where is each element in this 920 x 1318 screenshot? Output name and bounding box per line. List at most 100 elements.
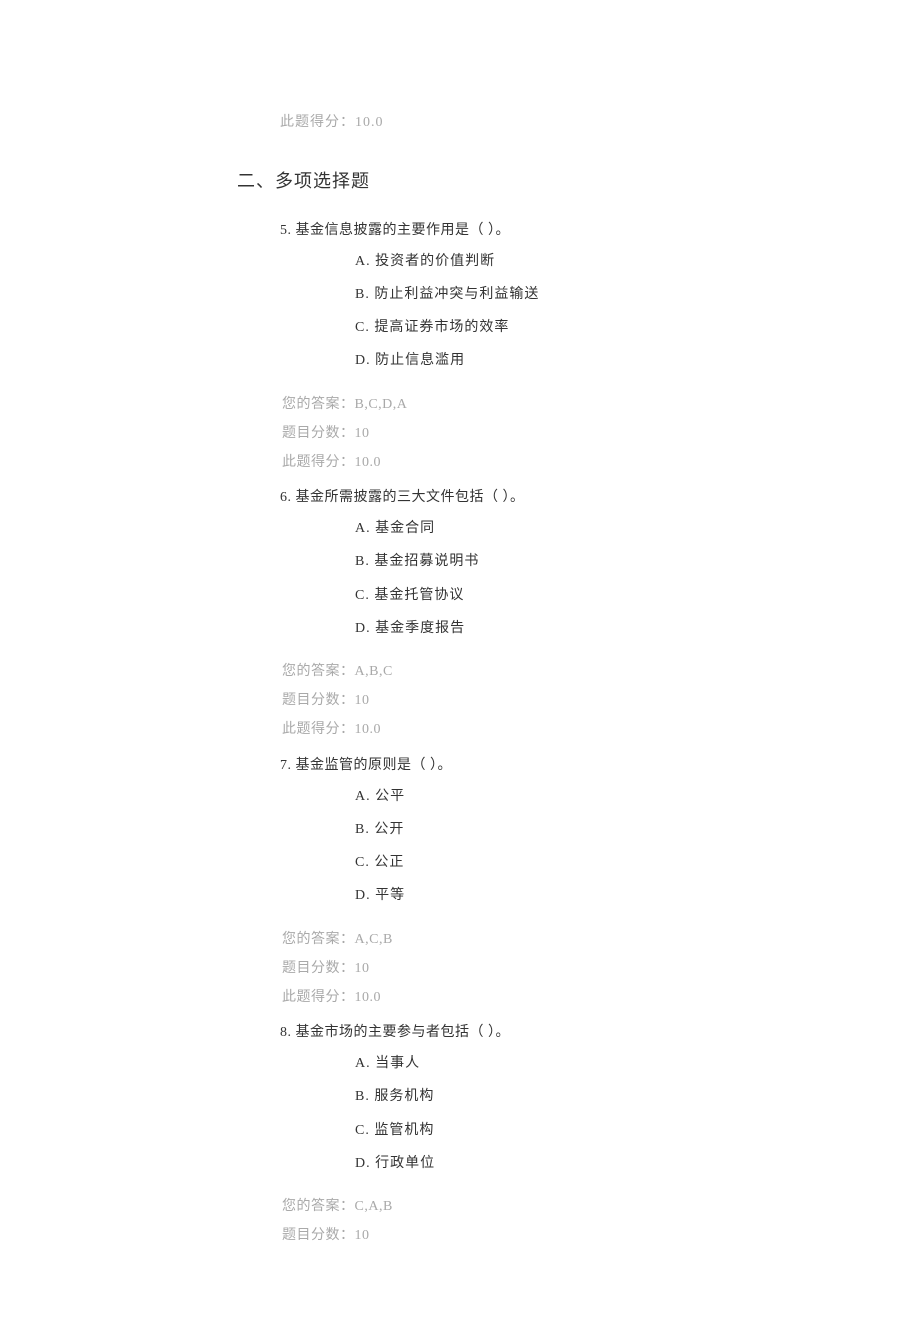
question-score-line: 题目分数：10 [282, 1223, 860, 1248]
answer-block: 您的答案：C,A,B 题目分数：10 [282, 1194, 860, 1248]
option-item: D. 行政单位 [355, 1151, 860, 1176]
answer-block: 您的答案：A,B,C 题目分数：10 此题得分：10.0 [282, 659, 860, 743]
option-item: A. 公平 [355, 784, 860, 809]
option-text: 公开 [374, 822, 404, 837]
question-stem: 7. 基金监管的原则是（ ）。 [280, 753, 860, 778]
question-score-line: 题目分数：10 [282, 956, 860, 981]
option-text: 基金季度报告 [375, 621, 465, 636]
option-label: C. [355, 320, 370, 335]
top-score-line: 此题得分：10.0 [280, 110, 860, 135]
options-list: A. 投资者的价值判断 B. 防止利益冲突与利益输送 C. 提高证券市场的效率 … [355, 249, 860, 374]
obtained-score-label: 此题得分： [282, 455, 355, 470]
obtained-score-line: 此题得分：10.0 [282, 717, 860, 742]
option-item: A. 当事人 [355, 1051, 860, 1076]
option-text: 监管机构 [374, 1123, 434, 1138]
option-text: 行政单位 [375, 1156, 435, 1171]
option-text: 基金招募说明书 [374, 554, 479, 569]
question-score-value: 10 [355, 693, 370, 708]
your-answer-label: 您的答案： [282, 932, 355, 947]
option-item: B. 基金招募说明书 [355, 549, 860, 574]
question-block: 5. 基金信息披露的主要作用是（ ）。 A. 投资者的价值判断 B. 防止利益冲… [60, 218, 860, 476]
obtained-score-line: 此题得分：10.0 [282, 985, 860, 1010]
option-label: B. [355, 287, 370, 302]
option-text: 公正 [374, 855, 404, 870]
answer-block: 您的答案：A,C,B 题目分数：10 此题得分：10.0 [282, 927, 860, 1011]
your-answer-label: 您的答案： [282, 397, 355, 412]
option-label: C. [355, 1123, 370, 1138]
your-answer-value: A,C,B [355, 932, 393, 947]
option-item: C. 公正 [355, 850, 860, 875]
option-text: 平等 [375, 888, 405, 903]
obtained-score-label: 此题得分： [282, 990, 355, 1005]
option-text: 基金合同 [375, 521, 435, 536]
option-label: B. [355, 1089, 370, 1104]
question-number: 7. [280, 758, 292, 773]
option-text: 基金托管协议 [374, 588, 464, 603]
question-score-line: 题目分数：10 [282, 688, 860, 713]
question-score-line: 题目分数：10 [282, 421, 860, 446]
options-list: A. 公平 B. 公开 C. 公正 D. 平等 [355, 784, 860, 909]
page-container: 此题得分：10.0 二、多项选择题 5. 基金信息披露的主要作用是（ ）。 A.… [0, 0, 920, 1318]
option-item: C. 监管机构 [355, 1118, 860, 1143]
option-label: B. [355, 822, 370, 837]
option-item: A. 投资者的价值判断 [355, 249, 860, 274]
obtained-score-value: 10.0 [355, 990, 382, 1005]
section-title: 二、多项选择题 [237, 165, 860, 197]
your-answer-value: C,A,B [355, 1199, 393, 1214]
options-list: A. 当事人 B. 服务机构 C. 监管机构 D. 行政单位 [355, 1051, 860, 1176]
options-list: A. 基金合同 B. 基金招募说明书 C. 基金托管协议 D. 基金季度报告 [355, 516, 860, 641]
question-text: 基金信息披露的主要作用是（ ）。 [296, 223, 511, 238]
question-score-value: 10 [355, 426, 370, 441]
option-label: A. [355, 789, 371, 804]
option-text: 防止利益冲突与利益输送 [374, 287, 539, 302]
question-score-value: 10 [355, 961, 370, 976]
option-label: C. [355, 588, 370, 603]
option-label: B. [355, 554, 370, 569]
obtained-score-value: 10.0 [355, 455, 382, 470]
answer-block: 您的答案：B,C,D,A 题目分数：10 此题得分：10.0 [282, 392, 860, 476]
option-label: D. [355, 888, 371, 903]
question-number: 5. [280, 223, 292, 238]
option-label: A. [355, 521, 371, 536]
your-answer-label: 您的答案： [282, 664, 355, 679]
your-answer-label: 您的答案： [282, 1199, 355, 1214]
option-text: 服务机构 [374, 1089, 434, 1104]
your-answer-line: 您的答案：C,A,B [282, 1194, 860, 1219]
question-text: 基金监管的原则是（ ）。 [296, 758, 453, 773]
option-item: B. 公开 [355, 817, 860, 842]
question-number: 6. [280, 490, 292, 505]
option-label: A. [355, 1056, 371, 1071]
option-text: 防止信息滥用 [375, 353, 465, 368]
question-score-value: 10 [355, 1228, 370, 1243]
obtained-score-label: 此题得分： [282, 722, 355, 737]
obtained-score-value: 10.0 [355, 722, 382, 737]
option-item: B. 服务机构 [355, 1084, 860, 1109]
option-text: 提高证券市场的效率 [374, 320, 509, 335]
question-score-label: 题目分数： [282, 426, 355, 441]
option-label: A. [355, 254, 371, 269]
your-answer-line: 您的答案：A,B,C [282, 659, 860, 684]
question-score-label: 题目分数： [282, 693, 355, 708]
option-item: A. 基金合同 [355, 516, 860, 541]
question-number: 8. [280, 1025, 292, 1040]
question-score-label: 题目分数： [282, 961, 355, 976]
option-item: D. 防止信息滥用 [355, 348, 860, 373]
your-answer-value: A,B,C [355, 664, 393, 679]
option-item: D. 平等 [355, 883, 860, 908]
option-label: D. [355, 353, 371, 368]
question-text: 基金市场的主要参与者包括（ ）。 [296, 1025, 511, 1040]
option-text: 公平 [375, 789, 405, 804]
your-answer-line: 您的答案：A,C,B [282, 927, 860, 952]
question-stem: 8. 基金市场的主要参与者包括（ ）。 [280, 1020, 860, 1045]
your-answer-line: 您的答案：B,C,D,A [282, 392, 860, 417]
option-item: D. 基金季度报告 [355, 616, 860, 641]
option-text: 投资者的价值判断 [375, 254, 495, 269]
question-stem: 5. 基金信息披露的主要作用是（ ）。 [280, 218, 860, 243]
obtained-score-line: 此题得分：10.0 [282, 450, 860, 475]
option-text: 当事人 [375, 1056, 420, 1071]
question-block: 6. 基金所需披露的三大文件包括（ ）。 A. 基金合同 B. 基金招募说明书 … [60, 485, 860, 743]
option-label: C. [355, 855, 370, 870]
question-text: 基金所需披露的三大文件包括（ ）。 [296, 490, 525, 505]
question-block: 8. 基金市场的主要参与者包括（ ）。 A. 当事人 B. 服务机构 C. 监管… [60, 1020, 860, 1248]
question-block: 7. 基金监管的原则是（ ）。 A. 公平 B. 公开 C. 公正 D. 平等 … [60, 753, 860, 1011]
